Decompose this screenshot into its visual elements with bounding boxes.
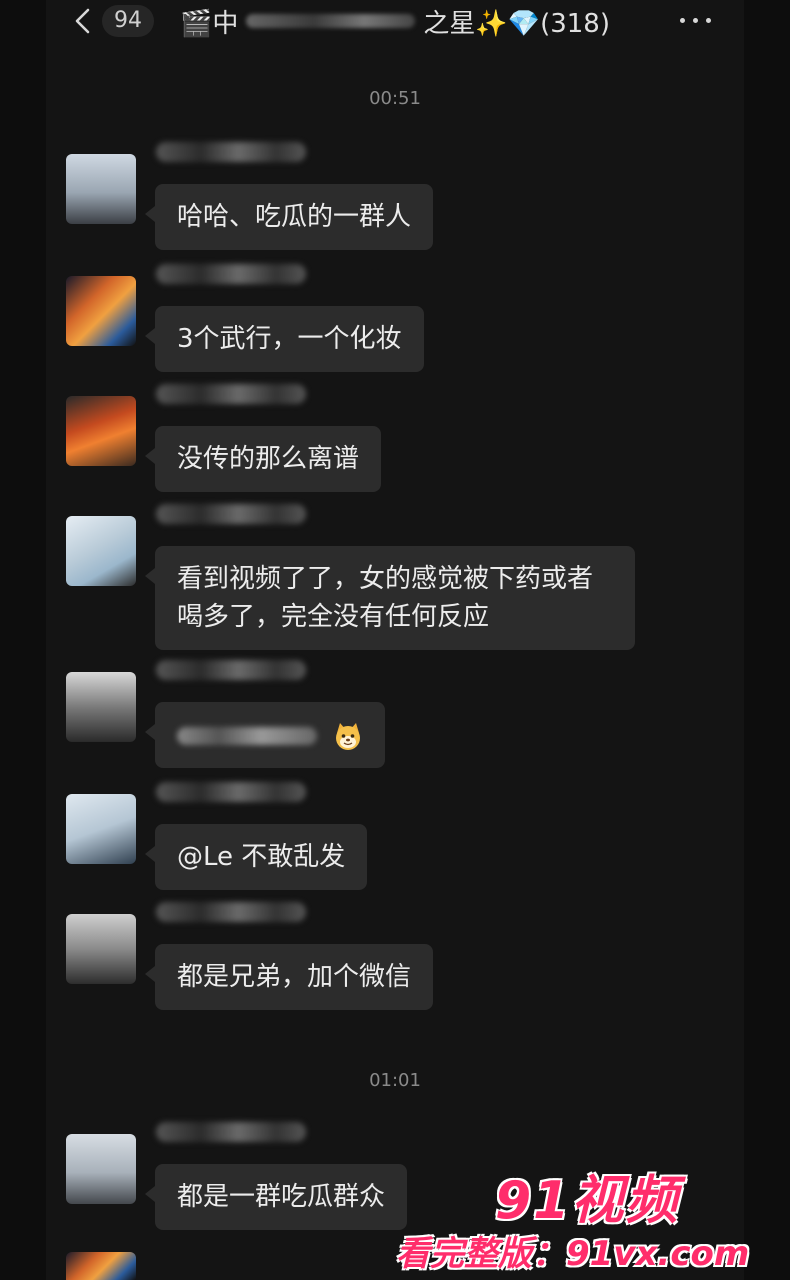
blurred-message-text xyxy=(177,726,317,745)
more-dot-icon xyxy=(706,18,711,23)
group-title: 🎬中 之星✨💎(318) xyxy=(180,4,610,39)
sender-name-blurred xyxy=(156,504,306,524)
avatar[interactable] xyxy=(66,1134,136,1204)
sender-name-blurred xyxy=(156,782,306,802)
blurred-title xyxy=(246,14,416,28)
more-dot-icon xyxy=(693,18,698,23)
avatar[interactable] xyxy=(66,516,136,586)
sender-name-blurred xyxy=(156,902,306,922)
avatar[interactable] xyxy=(66,276,136,346)
group-title-suffix: 之星✨💎(318) xyxy=(423,8,610,39)
watermark-brand: 91视频 xyxy=(495,1171,680,1231)
sender-name-blurred xyxy=(156,660,306,680)
watermark-subtitle: 看完整版：91vx.com xyxy=(396,1234,750,1274)
avatar[interactable] xyxy=(66,396,136,466)
sender-name-blurred xyxy=(156,264,306,284)
avatar[interactable] xyxy=(66,1252,136,1280)
unread-count: 94 xyxy=(102,5,154,37)
avatar[interactable] xyxy=(66,914,136,984)
cat-emoji-icon xyxy=(336,722,361,750)
avatar[interactable] xyxy=(66,794,136,864)
back-button[interactable]: 94 xyxy=(70,5,154,37)
message-bubble[interactable]: 看到视频了了，女的感觉被下药或者喝多了，完全没有任何反应 xyxy=(145,546,635,650)
chat-header: 94 🎬中 之星✨💎(318) xyxy=(0,0,790,44)
avatar[interactable] xyxy=(66,672,136,742)
sender-name-blurred xyxy=(156,1122,306,1142)
message-bubble[interactable]: @Le 不敢乱发 xyxy=(144,824,368,890)
group-title-prefix: 🎬中 xyxy=(180,8,239,39)
sender-name-blurred xyxy=(156,142,306,162)
sender-name-blurred xyxy=(156,384,306,404)
more-dot-icon xyxy=(680,18,685,23)
message-bubble[interactable]: 都是兄弟，加个微信 xyxy=(144,944,434,1010)
message-bubble[interactable]: 哈哈、吃瓜的一群人 xyxy=(144,184,434,250)
more-options-button[interactable] xyxy=(676,10,716,30)
chevron-left-icon xyxy=(75,8,90,34)
message-bubble[interactable]: 都是一群吃瓜群众 xyxy=(144,1164,408,1230)
message-bubble[interactable]: 没传的那么离谱 xyxy=(144,426,382,492)
message-bubble[interactable]: 3个武行，一个化妆 xyxy=(145,306,424,372)
timestamp: 00:51 xyxy=(369,88,421,109)
timestamp: 01:01 xyxy=(369,1070,421,1091)
message-bubble[interactable] xyxy=(144,702,386,768)
avatar[interactable] xyxy=(66,154,136,224)
